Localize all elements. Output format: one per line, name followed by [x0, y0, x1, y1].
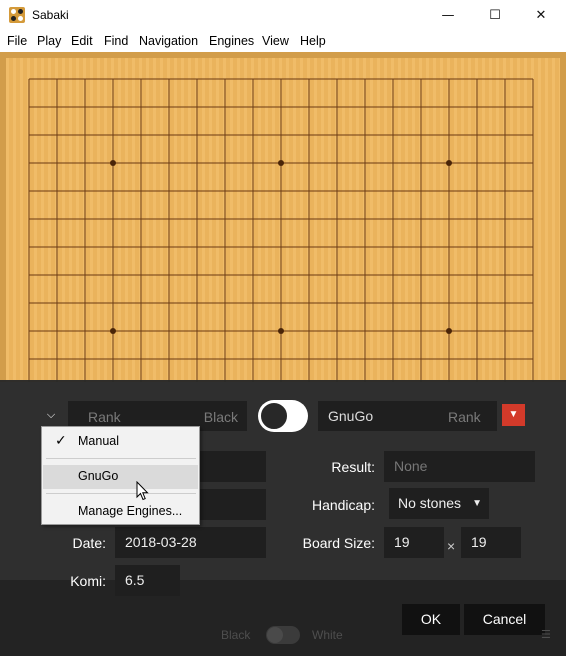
go-board[interactable] — [6, 58, 560, 382]
date-input[interactable]: 2018-03-28 — [115, 527, 266, 558]
star-point — [446, 160, 452, 166]
menu-item-manual-label: Manual — [78, 434, 119, 448]
menu-play[interactable]: Play — [37, 34, 61, 48]
cancel-button[interactable]: Cancel — [464, 604, 545, 635]
board-area — [0, 52, 566, 382]
menu-help[interactable]: Help — [300, 34, 326, 48]
menu-engines[interactable]: Engines — [209, 34, 254, 48]
toggle-knob — [260, 402, 288, 430]
menu-item-gnugo-label: GnuGo — [78, 469, 119, 483]
times-sign: × — [447, 538, 456, 554]
engine-context-menu: ✓ Manual GnuGo Manage Engines... — [41, 426, 200, 525]
menu-separator — [46, 458, 196, 459]
handicap-select[interactable]: No stones ▼ — [389, 488, 489, 519]
swap-players-toggle[interactable] — [258, 400, 308, 432]
komi-label: Komi: — [70, 573, 106, 589]
black-rank-input[interactable]: Rank — [88, 409, 121, 425]
mouse-pointer-icon — [136, 481, 149, 501]
menu-find[interactable]: Find — [104, 34, 128, 48]
result-input[interactable]: None — [384, 451, 535, 482]
white-rank-input[interactable]: Rank — [448, 409, 481, 425]
menu-view[interactable]: View — [262, 34, 289, 48]
chevron-down-icon[interactable]: ⌵ — [43, 407, 59, 423]
star-point — [278, 328, 284, 334]
menu-edit[interactable]: Edit — [71, 34, 93, 48]
white-player-box: GnuGo Rank — [318, 401, 497, 431]
star-point — [446, 328, 452, 334]
bg-player-toggle — [266, 626, 300, 644]
menu-item-manual[interactable]: ✓ Manual — [43, 430, 198, 454]
komi-input[interactable]: 6.5 — [115, 565, 180, 596]
ok-button[interactable]: OK — [402, 604, 460, 635]
star-point — [110, 328, 116, 334]
star-point — [110, 160, 116, 166]
menu-bar: File Play Edit Find Navigation Engines V… — [0, 31, 566, 52]
board-grid — [28, 78, 534, 382]
handicap-value: No stones — [398, 495, 462, 511]
checkmark-icon: ✓ — [55, 432, 67, 448]
menu-file[interactable]: File — [7, 34, 27, 48]
menu-item-manage-engines[interactable]: Manage Engines... — [43, 500, 198, 524]
menu-separator — [46, 493, 196, 494]
window-title: Sabaki — [32, 8, 69, 22]
star-point — [278, 160, 284, 166]
black-name-input[interactable]: Black — [204, 409, 238, 425]
maximize-button[interactable]: ☐ — [472, 0, 518, 31]
date-label: Date: — [72, 535, 106, 551]
menu-item-gnugo[interactable]: GnuGo — [43, 465, 198, 489]
sabaki-logo-icon — [9, 7, 25, 23]
menu-item-manage-engines-label: Manage Engines... — [78, 504, 183, 518]
bg-white-label: White — [312, 628, 343, 642]
white-name-input[interactable]: GnuGo — [328, 408, 373, 424]
menu-navigation[interactable]: Navigation — [139, 34, 198, 48]
white-engine-dropdown-button[interactable]: ▼ — [502, 404, 525, 426]
handicap-label: Handicap: — [311, 497, 375, 513]
title-bar: Sabaki — ☐ ✕ — [0, 0, 566, 31]
bg-black-label: Black — [221, 628, 251, 642]
board-size-label: Board Size: — [302, 535, 375, 551]
bg-menu-icon: ☰ — [541, 629, 551, 641]
minimize-button[interactable]: — — [425, 0, 471, 31]
caret-down-icon: ▼ — [508, 409, 519, 420]
board-width-input[interactable]: 19 — [384, 527, 444, 558]
select-arrow-icon: ▼ — [472, 498, 482, 509]
result-label: Result: — [331, 459, 375, 475]
close-button[interactable]: ✕ — [518, 0, 564, 31]
board-height-input[interactable]: 19 — [461, 527, 521, 558]
